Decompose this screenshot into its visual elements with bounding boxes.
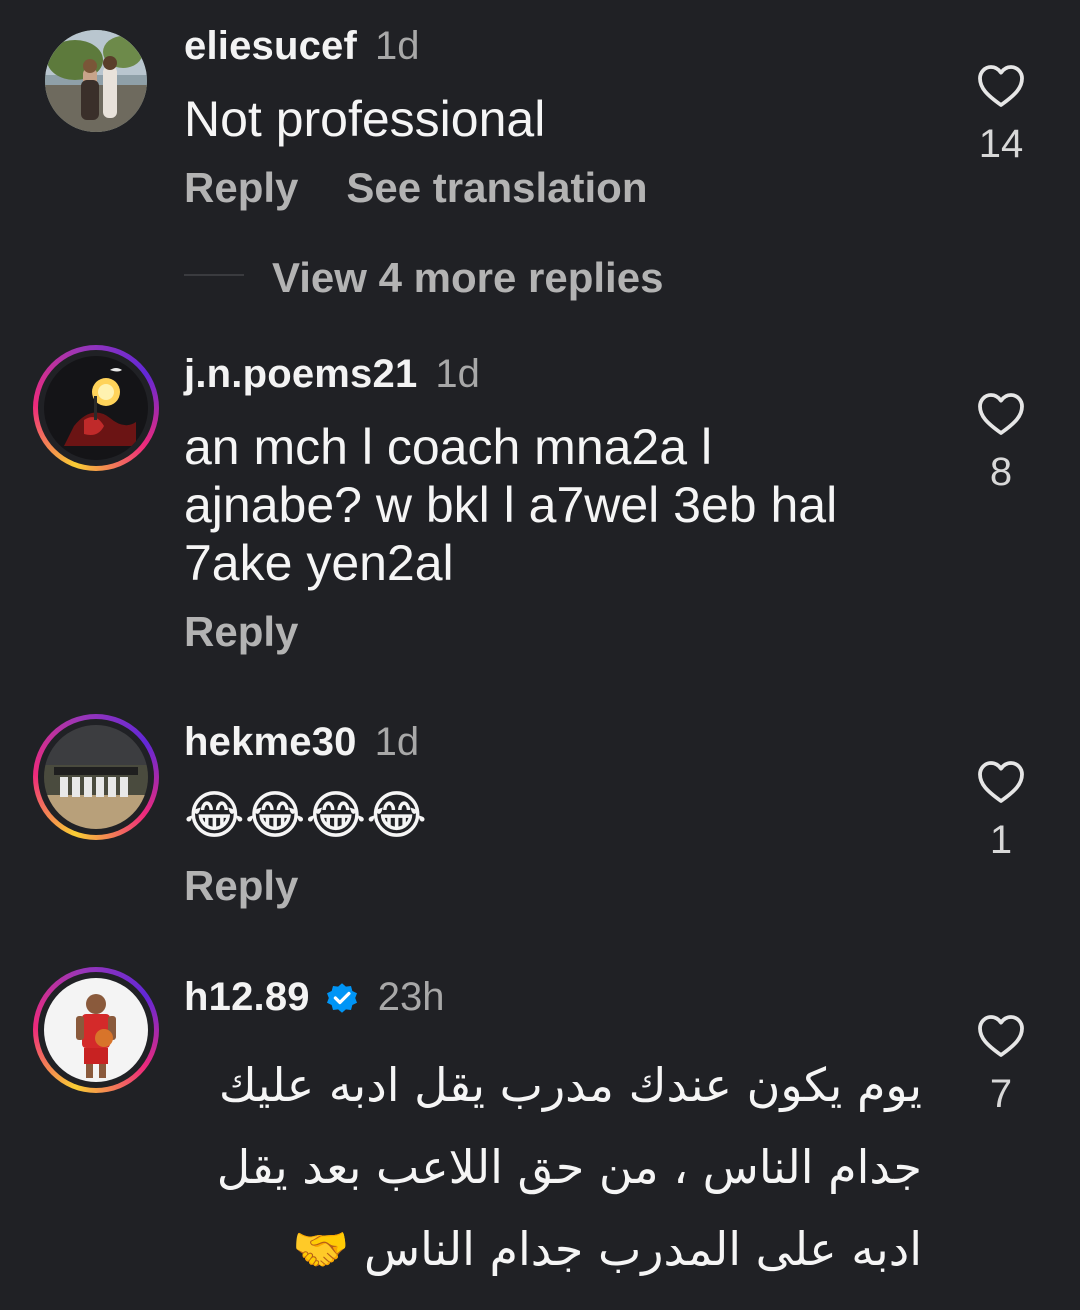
verified-badge-icon: [326, 983, 357, 1013]
comments-list: eliesucef 1d Not professional Reply See …: [0, 0, 1080, 1310]
comment-actions: Reply: [184, 608, 346, 656]
like-control: 1: [972, 760, 1030, 863]
timestamp: 1d: [374, 720, 420, 764]
timestamp: 23h: [377, 975, 445, 1019]
like-control: 7: [972, 1014, 1030, 1117]
like-count: 8: [989, 450, 1013, 494]
username[interactable]: j.n.poems21: [184, 352, 417, 397]
avatar[interactable]: [44, 725, 148, 829]
avatar-art: [44, 356, 148, 460]
avatar[interactable]: [45, 30, 147, 132]
timestamp: 1d: [375, 24, 420, 68]
username[interactable]: hekme30: [184, 720, 357, 765]
like-control: 8: [972, 392, 1030, 495]
reply-button[interactable]: Reply: [184, 608, 298, 656]
reply-button[interactable]: Reply: [184, 862, 298, 910]
comment-actions: Reply See translation: [184, 164, 695, 212]
comment-text: 😂😂😂😂: [184, 787, 428, 845]
username[interactable]: h12.89: [184, 975, 310, 1020]
avatar-player: [44, 978, 148, 1082]
comment-meta: hekme30 1d: [184, 720, 419, 765]
comment-meta: eliesucef 1d: [184, 24, 420, 69]
avatar-photo: [45, 30, 147, 132]
avatar[interactable]: [44, 356, 148, 460]
view-more-replies-button[interactable]: View 4 more replies: [272, 254, 663, 302]
heart-outline-icon[interactable]: [977, 64, 1025, 108]
like-control: 14: [972, 64, 1030, 167]
comment-meta: h12.89 23h: [184, 974, 444, 1020]
see-translation-button[interactable]: See translation: [346, 164, 647, 212]
like-count: 14: [978, 122, 1024, 166]
divider: [184, 274, 244, 276]
comment-text-line: 7ake yen2al: [184, 535, 454, 591]
comment-text: يوم يكون عندك مدرب يقل ادبه عليك جدام ال…: [184, 1044, 922, 1290]
comment-meta: j.n.poems21 1d: [184, 352, 480, 397]
heart-outline-icon[interactable]: [977, 392, 1025, 436]
timestamp: 1d: [435, 352, 480, 396]
reply-button[interactable]: Reply: [184, 164, 298, 212]
comment-actions: Reply: [184, 862, 346, 910]
heart-outline-icon[interactable]: [977, 1014, 1025, 1058]
avatar-team-photo: [44, 725, 148, 829]
like-count: 1: [989, 818, 1013, 862]
comment-text-line: جدام الناس ، من حق اللاعب بعد يقل: [216, 1140, 922, 1194]
comment-text: Not professional: [184, 91, 546, 147]
like-count: 7: [989, 1072, 1013, 1116]
comment-text-line: يوم يكون عندك مدرب يقل ادبه عليك: [218, 1058, 922, 1112]
username[interactable]: eliesucef: [184, 24, 357, 69]
comment-text-line: an mch l coach mna2a l: [184, 419, 713, 475]
avatar[interactable]: [44, 978, 148, 1082]
comment-text-line: ajnabe? w bkl l a7wel 3eb hal: [184, 477, 838, 533]
comment-text: an mch l coach mna2a l ajnabe? w bkl l a…: [184, 418, 837, 592]
comment-text-line: ادبه على المدرب جدام الناس 🤝: [292, 1222, 922, 1276]
heart-outline-icon[interactable]: [977, 760, 1025, 804]
